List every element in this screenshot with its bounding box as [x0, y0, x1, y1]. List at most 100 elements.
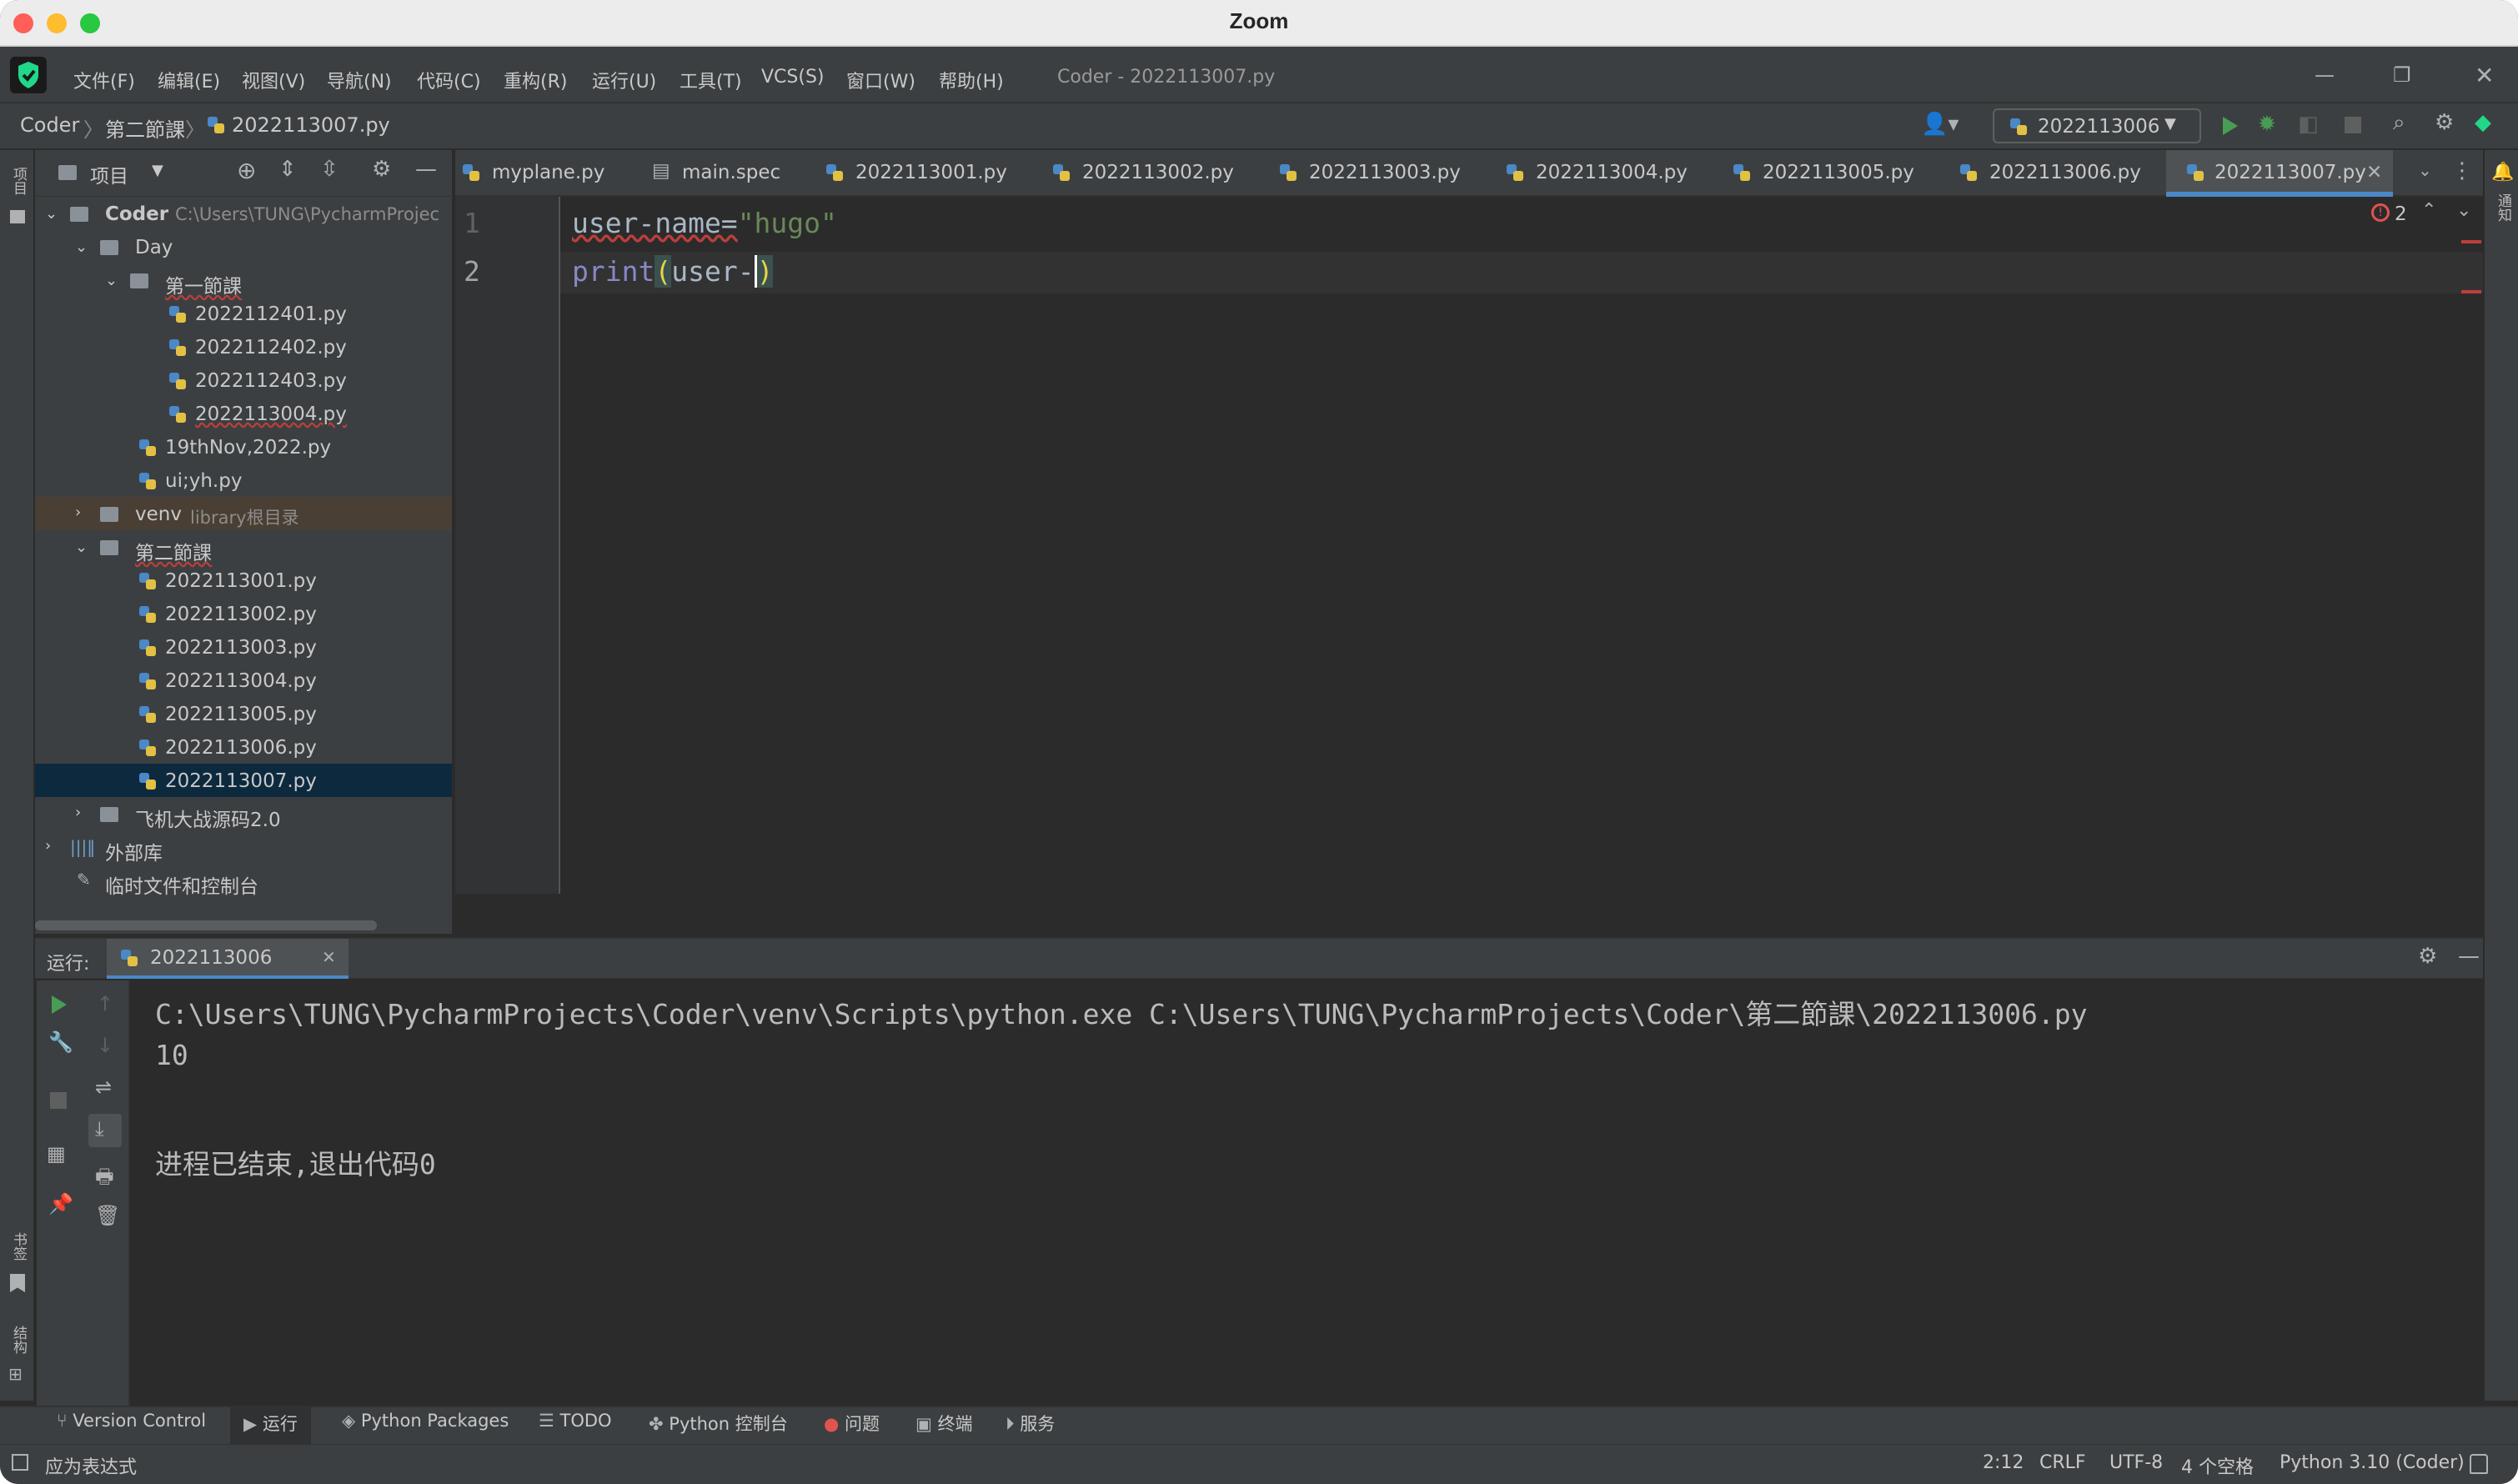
tree-item-coder[interactable]: ⌄ Coder C:\Users\TUNG\PycharmProjec — [35, 197, 452, 230]
hide-panel-icon[interactable]: — — [2458, 944, 2480, 969]
cursor-position[interactable]: 2:12 — [1983, 1452, 2024, 1473]
wrench-icon[interactable]: 🔧 — [48, 1030, 73, 1054]
menu-vcs[interactable]: VCS(S) — [761, 67, 825, 88]
breadcrumb-file[interactable]: 2022113007.py — [232, 113, 390, 137]
folder-icon[interactable] — [10, 210, 25, 223]
chevron-down-icon[interactable]: ⌄ — [75, 539, 88, 556]
rerun-icon[interactable] — [48, 994, 68, 1020]
tab-2022113006[interactable]: 2022113006.py — [1959, 150, 2168, 197]
toggle-tool-windows-icon[interactable] — [12, 1454, 28, 1471]
gear-icon[interactable]: ⚙ — [2418, 944, 2437, 969]
menu-help[interactable]: 帮助(H) — [939, 67, 1004, 93]
gear-icon[interactable]: ⚙ — [372, 157, 391, 182]
tree-item-file[interactable]: 2022112402.py — [35, 330, 452, 363]
chevron-down-icon[interactable]: ⌄ — [2456, 200, 2471, 221]
tool-tab-run[interactable]: ▶ 运行 — [230, 1407, 311, 1444]
tree-item-file-selected[interactable]: 2022113007.py — [35, 764, 452, 797]
soft-wrap-icon[interactable]: ⇌ — [95, 1075, 112, 1099]
tree-item-file[interactable]: 19thNov,2022.py — [35, 430, 452, 464]
tab-2022113001[interactable]: 2022113001.py — [825, 150, 1034, 197]
menu-tools[interactable]: 工具(T) — [680, 67, 742, 93]
more-vert-icon[interactable]: ⋮ — [2451, 158, 2473, 183]
status-message[interactable]: 应为表达式 — [45, 1452, 137, 1479]
tree-item-day[interactable]: ⌄ Day — [35, 230, 452, 263]
tool-tab-python-packages[interactable]: ◈ Python Packages — [342, 1411, 509, 1431]
horizontal-scrollbar[interactable] — [35, 920, 377, 930]
menu-code[interactable]: 代码(C) — [417, 67, 481, 93]
gear-icon[interactable]: ⚙ — [2435, 110, 2454, 135]
coverage-icon[interactable]: ◧ — [2298, 112, 2319, 137]
tree-item-plane-game[interactable]: › 飞机大战源码2.0 — [35, 797, 452, 831]
line-ending[interactable]: CRLF — [2039, 1452, 2086, 1473]
chevron-down-icon[interactable]: ⌄ — [75, 238, 88, 256]
tab-2022113005[interactable]: 2022113005.py — [1733, 150, 1941, 197]
chevron-down-icon[interactable]: ⌄ — [2418, 160, 2432, 180]
stop-icon[interactable] — [50, 1092, 67, 1109]
tree-item-file[interactable]: 2022113004.py — [35, 397, 452, 430]
error-stripe-mark[interactable] — [2461, 290, 2481, 293]
tool-tab-services[interactable]: ⏵ 服务 — [1006, 1411, 1055, 1436]
tool-tab-problems[interactable]: ● 问题 — [824, 1411, 880, 1436]
tool-tab-terminal[interactable]: ▣ 终端 — [915, 1411, 973, 1436]
pin-icon[interactable]: 📌 — [48, 1192, 73, 1216]
tree-item-file[interactable]: 2022113002.py — [35, 597, 452, 630]
tree-item-file[interactable]: 2022113001.py — [35, 564, 452, 597]
hide-panel-icon[interactable]: — — [415, 157, 437, 182]
menu-view[interactable]: 视图(V) — [242, 67, 305, 93]
plugin-icon[interactable]: ◆ — [2475, 110, 2491, 135]
run-tab[interactable]: 2022113006 ✕ — [107, 939, 349, 979]
code-line-1[interactable]: user-name="hugo" — [572, 207, 837, 239]
tree-item-file[interactable]: 2022113006.py — [35, 730, 452, 764]
arrow-down-icon[interactable]: ↓ — [97, 1034, 113, 1057]
error-count[interactable]: 2 — [2395, 203, 2407, 225]
debug-icon[interactable]: ✹ — [2258, 112, 2276, 137]
tab-2022113007-active[interactable]: 2022113007.py ✕ — [2166, 150, 2393, 197]
close-tab-icon[interactable]: ✕ — [2366, 162, 2382, 183]
run-console[interactable] — [132, 980, 2483, 1406]
chevron-up-icon[interactable]: ⌃ — [2421, 200, 2436, 221]
lock-icon[interactable] — [2470, 1454, 2488, 1474]
bookmarks-tool-label[interactable]: 书签 — [8, 1232, 29, 1261]
trash-icon[interactable]: 🗑 — [95, 1204, 120, 1227]
chevron-down-icon[interactable]: ⌄ — [105, 272, 118, 289]
expand-all-icon[interactable]: ⇕ — [278, 157, 297, 182]
scroll-to-end-button[interactable]: ⤓ — [88, 1114, 122, 1147]
layout-icon[interactable]: ▦ — [47, 1142, 66, 1166]
menu-run[interactable]: 运行(U) — [592, 67, 656, 93]
tree-item-lesson-1[interactable]: ⌄ 第一節課 — [35, 263, 452, 298]
tree-item-venv[interactable]: › venv library根目录 — [35, 497, 452, 530]
menu-file[interactable]: 文件(F) — [73, 67, 135, 93]
tree-item-file[interactable]: 2022112401.py — [35, 297, 452, 330]
run-icon[interactable] — [2220, 115, 2240, 142]
error-stripe-mark[interactable] — [2461, 240, 2481, 243]
menu-edit[interactable]: 编辑(E) — [158, 67, 220, 93]
stop-icon[interactable] — [2345, 117, 2361, 133]
tab-main-spec[interactable]: ▤ main.spec — [652, 150, 802, 197]
chevron-down-icon[interactable]: ▼ — [152, 162, 163, 179]
run-config-selector[interactable]: 2022113006 ▼ — [1993, 108, 2201, 143]
chevron-right-icon[interactable]: › — [75, 504, 81, 521]
minimize-icon[interactable]: — — [2315, 63, 2335, 87]
close-icon[interactable]: ✕ — [2475, 62, 2494, 89]
code-editor[interactable] — [455, 197, 2483, 934]
breadcrumb-folder[interactable]: 第二節課 — [105, 113, 185, 143]
indent-setting[interactable]: 4 个空格 — [2181, 1452, 2254, 1479]
tree-item-file[interactable]: ui;yh.py — [35, 464, 452, 497]
tree-item-file[interactable]: 2022113003.py — [35, 630, 452, 664]
tree-item-scratches[interactable]: ✎ 临时文件和控制台 — [35, 864, 452, 898]
tab-myplane[interactable]: myplane.py — [462, 150, 647, 197]
tree-item-file[interactable]: 2022112403.py — [35, 363, 452, 397]
arrow-up-icon[interactable]: ↑ — [97, 992, 113, 1015]
locate-icon[interactable]: ⊕ — [237, 157, 256, 184]
restore-icon[interactable]: ❐ — [2393, 63, 2411, 87]
collapse-all-icon[interactable]: ⇳ — [320, 157, 339, 182]
bell-icon[interactable]: 🔔 — [2491, 162, 2514, 183]
code-line-2[interactable]: print(user-) — [572, 255, 774, 288]
notifications-tool-label[interactable]: 通知 — [2493, 193, 2514, 222]
structure-icon[interactable]: ⊞ — [8, 1364, 23, 1384]
structure-tool-label[interactable]: 结构 — [8, 1326, 29, 1354]
search-icon[interactable]: ⌕ — [2393, 110, 2405, 136]
project-tool-label[interactable]: 项目 — [8, 167, 29, 195]
file-encoding[interactable]: UTF-8 — [2109, 1452, 2163, 1473]
tab-2022113002[interactable]: 2022113002.py — [1052, 150, 1261, 197]
